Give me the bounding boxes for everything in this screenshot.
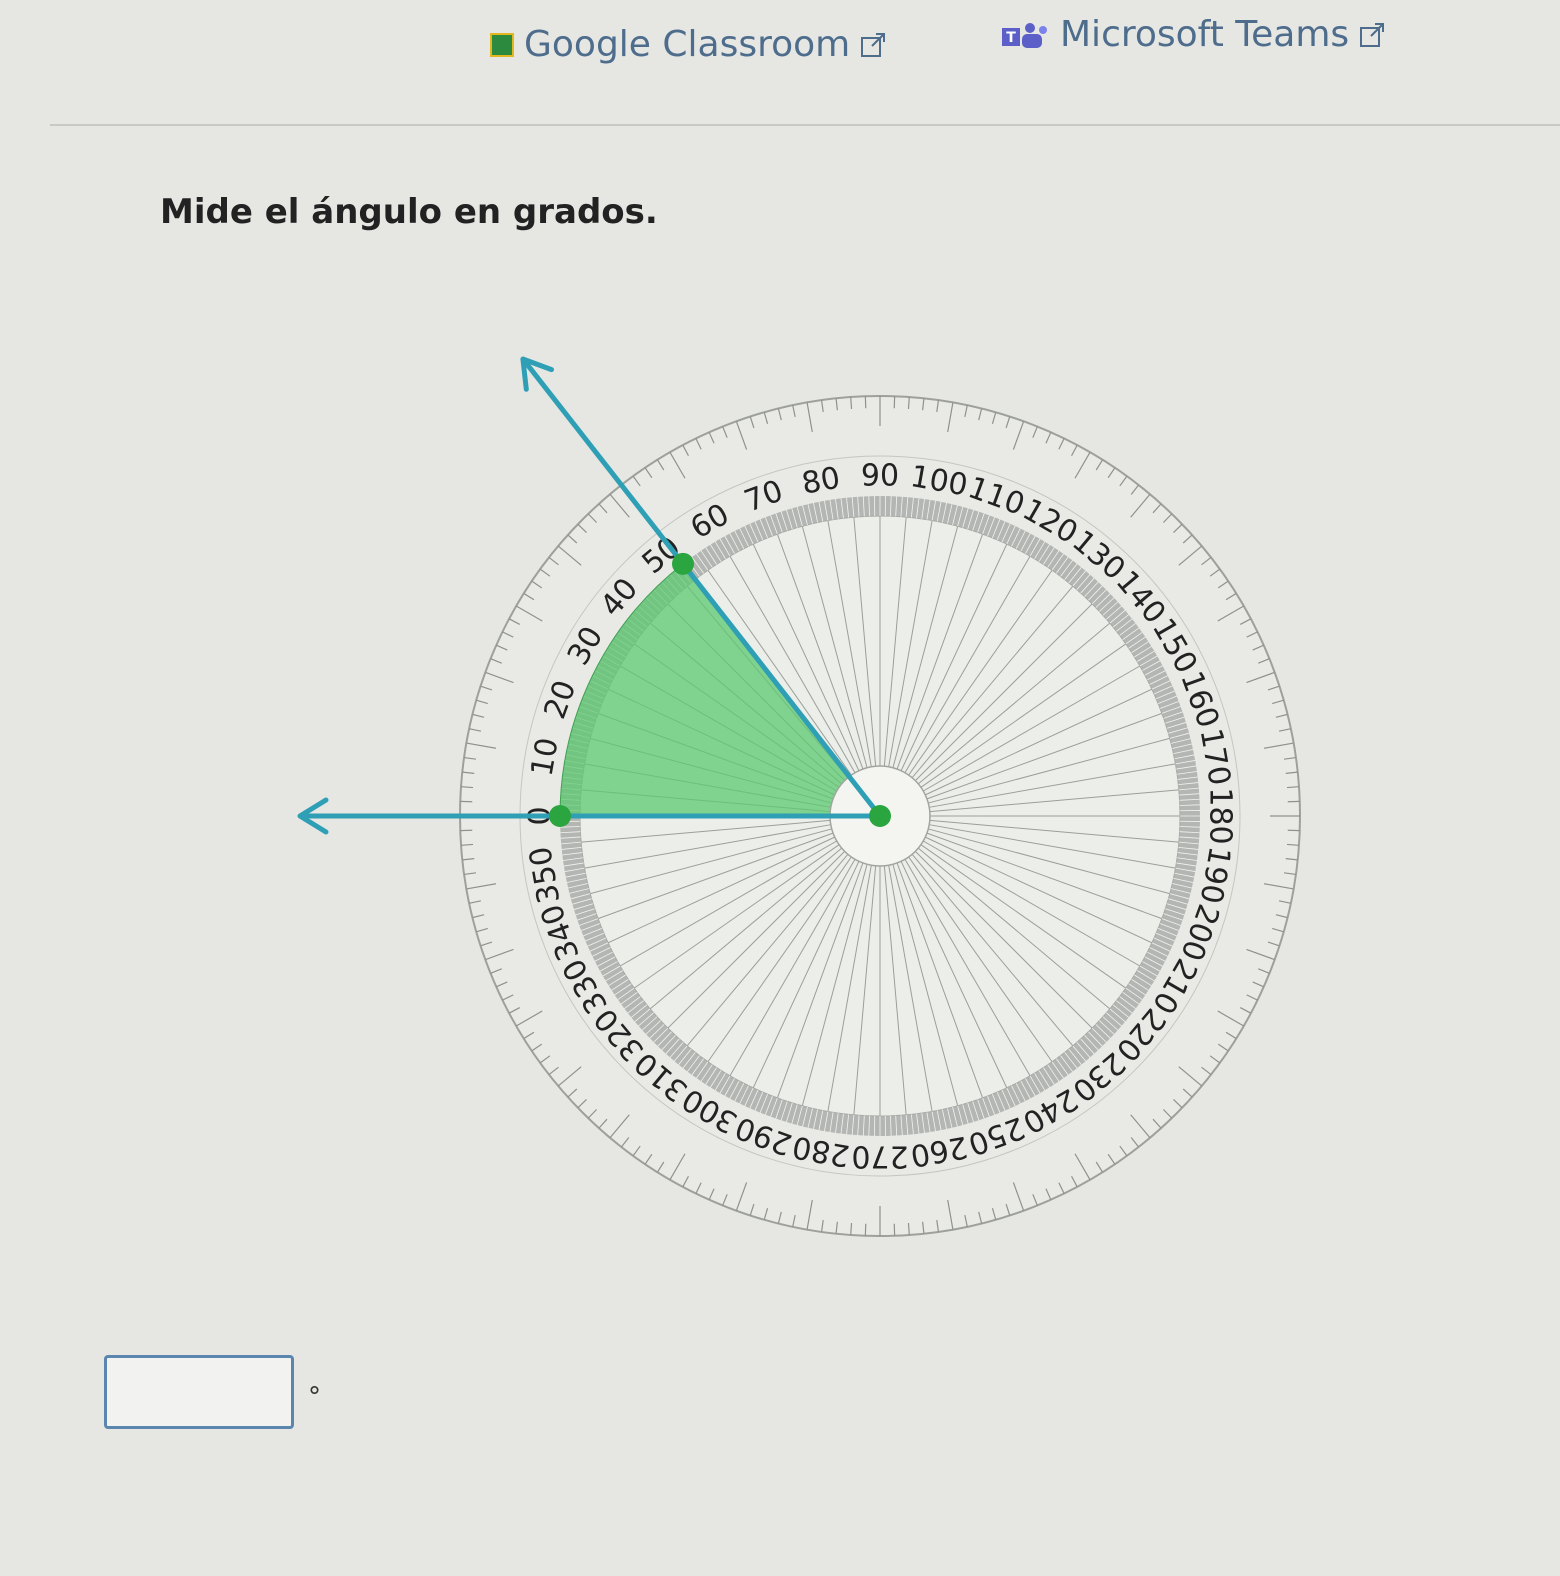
answer-input-box[interactable]	[104, 1355, 294, 1429]
external-link-icon	[1360, 22, 1385, 47]
svg-text:T: T	[1006, 30, 1016, 46]
scale-tick	[850, 396, 853, 410]
ray-a-point	[549, 805, 571, 827]
protractor-figure: 0102030405060708090100110120130140150160…	[0, 290, 1560, 1270]
scale-tick	[907, 396, 910, 410]
microsoft-teams-label: Microsoft Teams	[1060, 14, 1350, 55]
degree-unit-label: °	[308, 1382, 321, 1412]
scale-tick	[850, 1222, 853, 1236]
scale-label: 10	[525, 735, 566, 779]
scale-label: 90	[861, 459, 899, 494]
answer-input[interactable]	[107, 1358, 291, 1426]
google-classroom-label: Google Classroom	[524, 24, 851, 65]
external-link-icon	[861, 32, 886, 57]
top-links: Google Classroom T Microsoft Teams	[0, 10, 1560, 70]
divider	[50, 124, 1560, 126]
question-text: Mide el ángulo en grados.	[160, 192, 658, 232]
scale-tick	[907, 1222, 910, 1236]
microsoft-teams-link[interactable]: T Microsoft Teams	[1000, 14, 1385, 55]
scale-label: 80	[799, 461, 843, 502]
scale-tick	[460, 843, 474, 846]
scale-label: 180	[1203, 787, 1238, 844]
ray-b-point	[671, 552, 694, 575]
scale-tick	[1286, 786, 1300, 789]
google-classroom-icon	[490, 32, 514, 57]
google-classroom-link[interactable]: Google Classroom	[490, 24, 886, 65]
microsoft-teams-icon: T	[1002, 22, 1047, 48]
vertex-point	[869, 805, 891, 827]
protractor-svg: 0102030405060708090100110120130140150160…	[297, 356, 1301, 1237]
scale-tick	[460, 786, 474, 789]
scale-tick	[1286, 843, 1300, 846]
scale-label: 270	[851, 1139, 908, 1174]
